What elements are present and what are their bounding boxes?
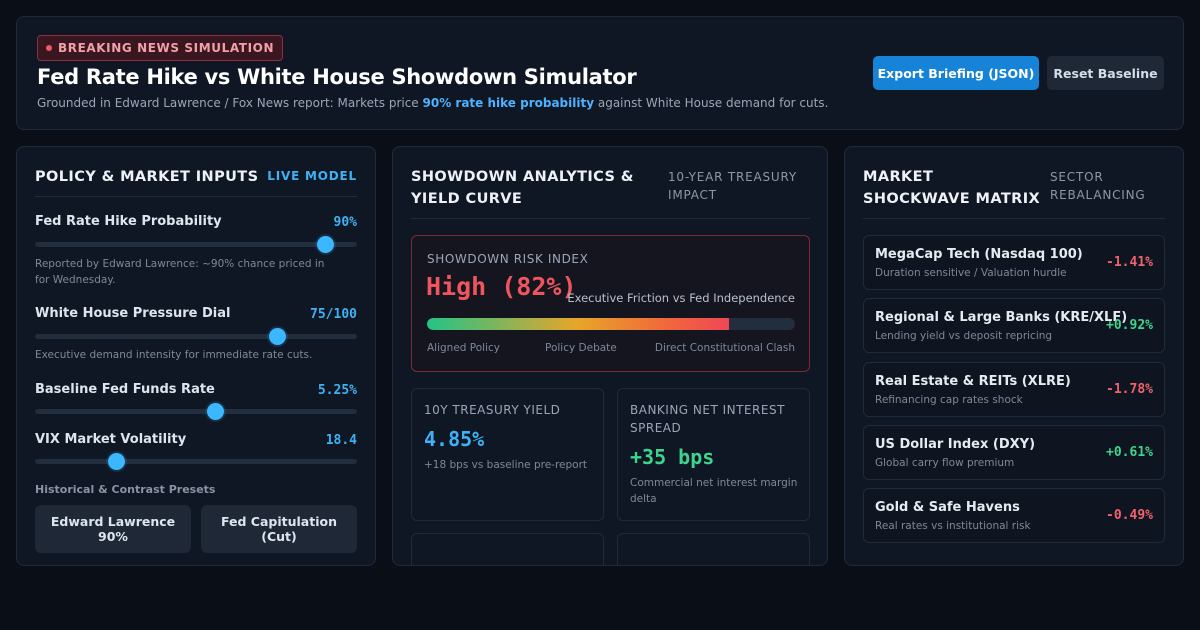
divider — [35, 196, 357, 197]
market-row: Real Estate & REITs (XLRE) Refinancing c… — [863, 362, 1165, 417]
treasury-yield-value: 4.85% — [424, 427, 485, 451]
market-change: +0.61% — [1106, 445, 1153, 460]
card-label: 10Y TREASURY YIELD — [424, 403, 561, 417]
slider-thumb[interactable] — [107, 453, 125, 470]
preset-line: 90% — [98, 529, 128, 544]
fed-funds-rate-value: 5.25% — [317, 383, 357, 398]
showdown-analytics-panel: SHOWDOWN ANALYTICS & YIELD CURVE 10-YEAR… — [392, 146, 828, 566]
market-name: Real Estate & REITs (XLRE) — [875, 374, 1071, 389]
divider — [863, 218, 1165, 219]
vix-volatility-slider[interactable] — [35, 453, 357, 470]
white-house-pressure-slider[interactable] — [35, 328, 357, 345]
header-panel: BREAKING NEWS SIMULATION Fed Rate Hike v… — [16, 16, 1184, 130]
vix-volatility-label: VIX Market Volatility — [35, 432, 187, 447]
risk-index-fill — [427, 318, 729, 330]
subtitle-highlight: 90% rate hike probability — [422, 96, 595, 110]
page-title: Fed Rate Hike vs White House Showdown Si… — [37, 65, 637, 89]
rate-hike-probability-note: Reported by Edward Lawrence: ~90% chance… — [35, 258, 325, 286]
risk-index-bar — [427, 318, 795, 330]
market-name: Gold & Safe Havens — [875, 500, 1020, 515]
card-note: +18 bps vs baseline pre-report — [424, 459, 588, 471]
market-change: -0.49% — [1106, 508, 1153, 523]
breaking-news-badge: BREAKING NEWS SIMULATION — [37, 35, 284, 61]
presets-label: Historical & Contrast Presets — [35, 483, 216, 496]
slider-thumb[interactable] — [268, 328, 286, 345]
metric-card — [617, 533, 810, 565]
preset-fed-capitulation-button[interactable]: Fed Capitulation (Cut) — [201, 505, 357, 553]
reset-baseline-button[interactable]: Reset Baseline — [1047, 56, 1164, 90]
scale-label-clash: Direct Constitutional Clash — [654, 342, 795, 354]
preset-line: (Cut) — [261, 529, 297, 544]
market-change: -1.41% — [1106, 255, 1153, 270]
risk-index-caption: Executive Friction vs Fed Independence — [567, 291, 795, 305]
market-name: US Dollar Index (DXY) — [875, 437, 1036, 452]
market-row: Regional & Large Banks (KRE/XLF) Lending… — [863, 298, 1165, 353]
scale-label-debate: Policy Debate — [545, 342, 617, 354]
metric-card — [411, 533, 604, 565]
market-note: Duration sensitive / Valuation hurdle — [875, 267, 1067, 279]
slider-thumb[interactable] — [207, 403, 225, 420]
treasury-yield-card: 10Y TREASURY YIELD 4.85% +18 bps vs base… — [411, 388, 604, 521]
panel-title: POLICY & MARKET INPUTS — [35, 169, 259, 185]
fed-funds-rate-slider[interactable] — [35, 403, 357, 420]
white-house-pressure-value: 75/100 — [310, 307, 357, 322]
risk-index-label: SHOWDOWN RISK INDEX — [427, 252, 589, 266]
rate-hike-probability-label: Fed Rate Hike Probability — [35, 214, 222, 229]
panel-title: SHOWDOWN ANALYTICS & YIELD CURVE — [411, 169, 634, 207]
market-row: US Dollar Index (DXY) Global carry flow … — [863, 425, 1165, 480]
net-interest-spread-card: BANKING NET INTEREST SPREAD +35 bps Comm… — [617, 388, 810, 521]
market-change: +0.92% — [1106, 318, 1153, 333]
preset-line: Edward Lawrence — [50, 514, 176, 529]
market-name: Regional & Large Banks (KRE/XLF) — [875, 310, 1128, 325]
market-note: Global carry flow premium — [875, 457, 1015, 469]
fed-funds-rate-label: Baseline Fed Funds Rate — [35, 382, 215, 397]
net-interest-spread-value: +35 bps — [630, 445, 715, 469]
policy-inputs-panel: POLICY & MARKET INPUTS LIVE MODEL Fed Ra… — [16, 146, 376, 566]
scale-label-aligned: Aligned Policy — [427, 342, 501, 354]
market-note: Refinancing cap rates shock — [875, 394, 1023, 406]
subtitle-text: Grounded in Edward Lawrence / Fox News r… — [37, 96, 423, 110]
sector-rebalancing-tag: SECTOR REBALANCING — [1050, 170, 1146, 202]
treasury-impact-tag: 10-YEAR TREASURY IMPACT — [668, 170, 798, 202]
export-briefing-button[interactable]: Export Briefing (JSON) — [873, 56, 1039, 90]
vix-volatility-value: 18.4 — [325, 433, 357, 448]
panel-title: MARKET SHOCKWAVE MATRIX — [863, 169, 1041, 207]
preset-edward-lawrence-button[interactable]: Edward Lawrence 90% — [35, 505, 191, 553]
page-subtitle: Grounded in Edward Lawrence / Fox News r… — [37, 96, 828, 110]
market-row: Gold & Safe Havens Real rates vs institu… — [863, 488, 1165, 543]
card-label: BANKING NET INTEREST SPREAD — [630, 403, 785, 435]
market-shockwave-panel: MARKET SHOCKWAVE MATRIX SECTOR REBALANCI… — [844, 146, 1184, 566]
divider — [411, 218, 810, 219]
market-row: MegaCap Tech (Nasdaq 100) Duration sensi… — [863, 235, 1165, 290]
white-house-pressure-label: White House Pressure Dial — [35, 306, 231, 321]
market-note: Lending yield vs deposit repricing — [875, 330, 1053, 342]
market-change: -1.78% — [1106, 382, 1153, 397]
showdown-risk-card: SHOWDOWN RISK INDEX High (82%) Executive… — [411, 235, 810, 372]
card-note: Commercial net interest margin delta — [630, 477, 798, 505]
rate-hike-probability-value: 90% — [333, 215, 357, 230]
preset-line: Fed Capitulation — [221, 514, 337, 529]
page: BREAKING NEWS SIMULATION Fed Rate Hike v… — [0, 0, 1200, 630]
risk-index-value: High (82%) — [426, 272, 577, 301]
rate-hike-probability-slider[interactable] — [35, 236, 357, 253]
subtitle-text-end: against White House demand for cuts. — [594, 96, 829, 110]
market-note: Real rates vs institutional risk — [875, 520, 1031, 532]
badge-label: BREAKING NEWS SIMULATION — [58, 41, 275, 55]
white-house-pressure-note: Executive demand intensity for immediate… — [35, 349, 313, 361]
live-model-tag: LIVE MODEL — [267, 169, 357, 183]
market-name: MegaCap Tech (Nasdaq 100) — [875, 247, 1083, 262]
live-dot-icon — [46, 45, 52, 51]
slider-thumb[interactable] — [316, 236, 334, 253]
